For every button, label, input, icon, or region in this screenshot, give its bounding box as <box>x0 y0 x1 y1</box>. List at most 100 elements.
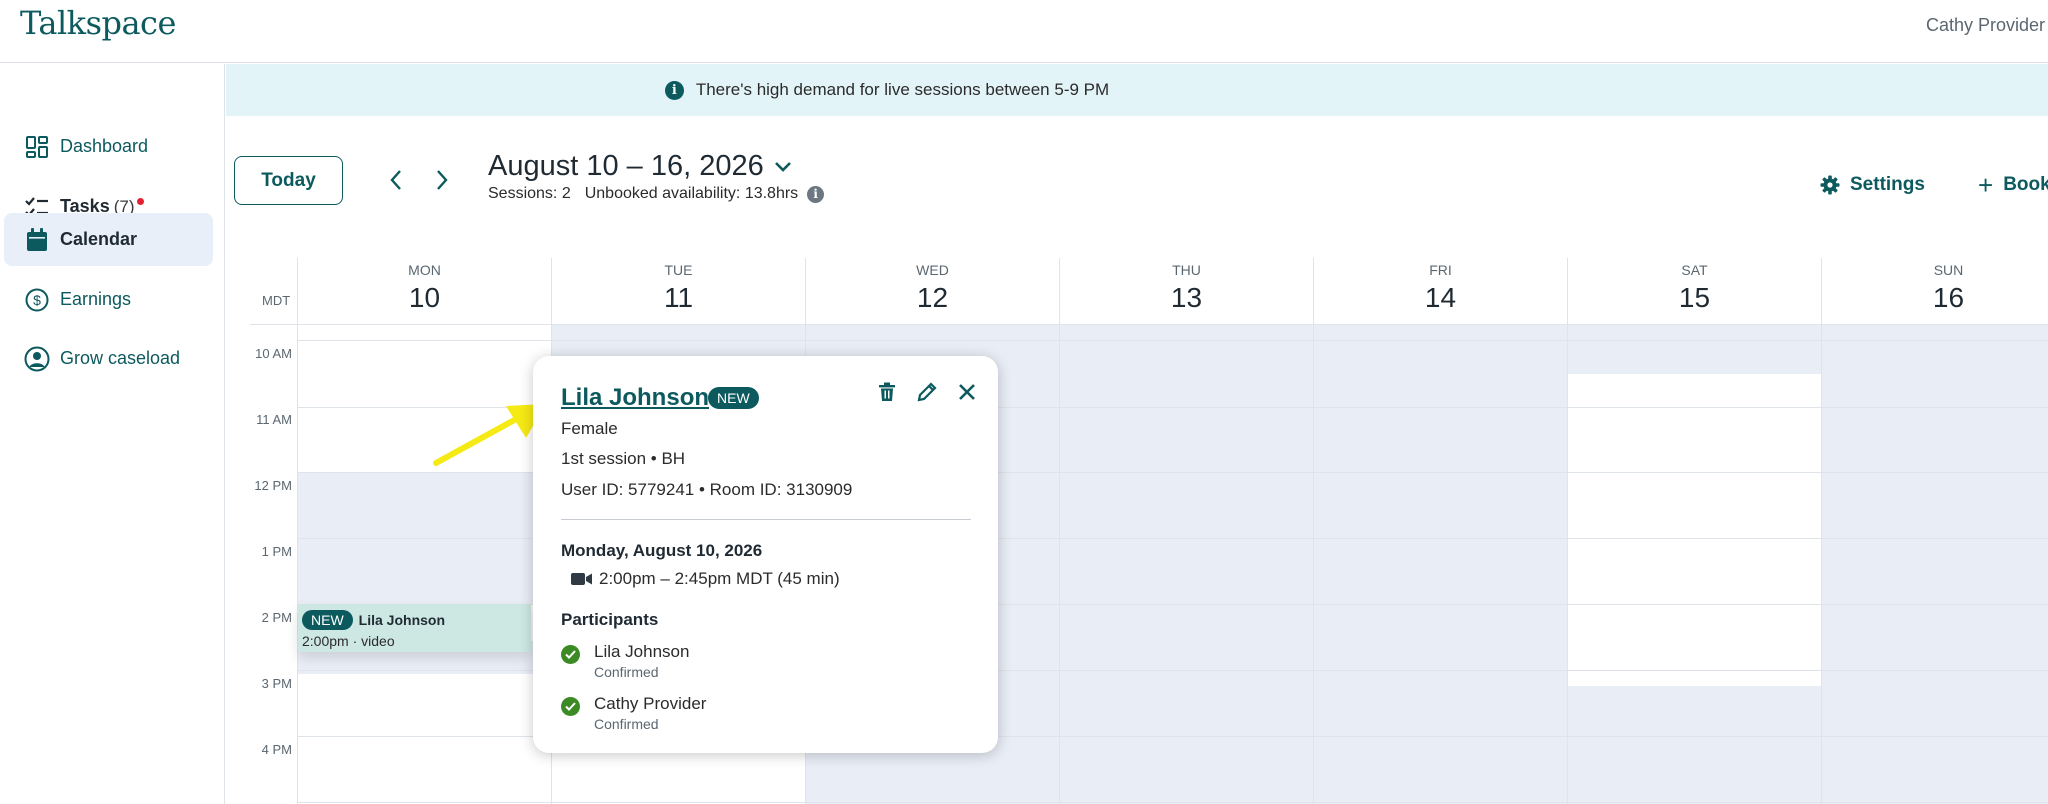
day-number: 13 <box>1170 282 1203 313</box>
time-label: 2 PM <box>261 610 292 625</box>
dollar-circle-icon: $ <box>24 287 50 313</box>
date-range-picker[interactable]: August 10 – 16, 2026 <box>488 150 792 183</box>
sidebar-item-label: Dashboard <box>60 136 149 156</box>
sidebar-item-earnings[interactable]: $ Earnings <box>4 273 213 326</box>
talkspace-logo[interactable]: Talkspace <box>20 4 176 42</box>
annotation-arrow-icon <box>433 404 546 466</box>
prev-week-button[interactable] <box>378 160 414 200</box>
day-of-week: TUE <box>664 262 693 278</box>
plus-icon: + <box>1978 170 1994 200</box>
close-button[interactable] <box>951 376 983 408</box>
high-demand-banner: i There's high demand for live sessions … <box>226 64 2048 116</box>
day-column-thu[interactable] <box>1059 325 1313 804</box>
video-camera-icon <box>571 573 592 585</box>
day-column-mon[interactable] <box>297 325 551 804</box>
user-menu[interactable]: Cathy Provider▾ <box>1926 15 2048 36</box>
timezone-label: MDT <box>262 293 291 308</box>
calendar-icon <box>24 227 50 253</box>
week-summary: Sessions: 2 Unbooked availability: 13.8h… <box>488 185 825 203</box>
hour-line <box>297 340 2048 341</box>
day-of-week: WED <box>916 262 949 278</box>
day-header-sun: SUN 16 <box>1821 258 2048 324</box>
settings-button[interactable]: Settings <box>1820 174 1925 196</box>
participant-row: Cathy Provider Confirmed <box>561 694 706 732</box>
delete-button[interactable] <box>871 376 903 408</box>
today-button[interactable]: Today <box>234 156 343 205</box>
event-time: 2:00pm · video <box>302 633 395 649</box>
time-label: 11 AM <box>256 412 292 427</box>
day-of-week: SAT <box>1681 262 1708 278</box>
client-name-link[interactable]: Lila Johnson <box>561 384 709 412</box>
book-button[interactable]: + Book <box>1978 170 2048 200</box>
day-header-sat: SAT 15 <box>1567 258 1821 324</box>
day-of-week: SUN <box>1933 262 1964 278</box>
participant-status: Confirmed <box>594 716 659 732</box>
sidebar-item-label: Grow caseload <box>60 348 181 368</box>
check-circle-icon <box>561 645 580 664</box>
day-of-week: FRI <box>1429 262 1452 278</box>
gear-icon <box>1820 175 1840 195</box>
day-number: 11 <box>663 282 694 313</box>
info-icon: i <box>664 80 684 100</box>
user-name: Cathy Provider <box>1926 15 2046 35</box>
sidebar-item-grow-caseload[interactable]: Grow caseload <box>4 332 213 385</box>
participants-heading: Participants <box>561 610 659 629</box>
sidebar-item-dashboard[interactable]: Dashboard <box>4 120 213 173</box>
event-client-name: Lila Johnson <box>358 612 446 628</box>
settings-label: Settings <box>1850 174 1925 195</box>
day-header-wed: WED 12 <box>805 258 1059 324</box>
day-number: 12 <box>916 282 949 313</box>
edit-button[interactable] <box>911 376 943 408</box>
session-event[interactable]: NEW Lila Johnson 2:00pm · video <box>298 604 531 652</box>
day-number: 16 <box>1932 282 1965 313</box>
sidebar-item-label: Earnings <box>60 289 132 309</box>
day-column-sat[interactable] <box>1567 325 1821 804</box>
session-details-popover: Lila Johnson NEW Female 1st session • BH… <box>533 356 998 753</box>
available-block <box>1568 374 1821 686</box>
new-badge: NEW <box>708 387 759 409</box>
sessions-count: Sessions: 2 <box>488 185 571 202</box>
day-number: 14 <box>1424 282 1457 313</box>
user-circle-icon <box>24 346 50 372</box>
client-gender: Female <box>561 419 618 438</box>
time-label: 1 PM <box>261 544 292 559</box>
chevron-right-icon <box>437 170 448 190</box>
day-of-week: MON <box>408 262 441 278</box>
trash-icon <box>879 382 895 401</box>
time-label: 12 PM <box>254 478 292 493</box>
day-column-sun[interactable] <box>1821 325 2048 804</box>
notification-dot <box>137 198 145 205</box>
day-number: 15 <box>1678 282 1711 313</box>
sidebar: Dashboard Tasks (7) Calendar $ Earnings … <box>0 64 225 804</box>
hour-line <box>297 802 2048 803</box>
session-time-text: 2:00pm – 2:45pm MDT (45 min) <box>599 569 840 588</box>
check-circle-icon <box>561 697 580 716</box>
participant-name: Lila Johnson <box>594 642 690 661</box>
svg-text:$: $ <box>33 292 41 308</box>
new-badge: NEW <box>302 610 353 630</box>
session-date: Monday, August 10, 2026 <box>561 541 763 560</box>
time-label: 3 PM <box>261 676 292 691</box>
time-label: 4 PM <box>261 742 292 757</box>
day-header-thu: THU 13 <box>1059 258 1313 324</box>
sidebar-item-calendar[interactable]: Calendar <box>4 213 213 266</box>
date-range: August 10 – 16, 2026 <box>488 150 764 182</box>
session-time: 2:00pm – 2:45pm MDT (45 min) <box>571 569 840 589</box>
info-icon[interactable]: i <box>807 185 825 203</box>
day-number: 10 <box>408 282 441 313</box>
participant-row: Lila Johnson Confirmed <box>561 642 689 680</box>
banner-text: There's high demand for live sessions be… <box>695 80 1110 99</box>
unavailable-block <box>298 473 551 605</box>
chevron-left-icon <box>390 170 401 190</box>
pencil-icon <box>917 382 937 402</box>
close-icon <box>959 384 975 400</box>
day-header-fri: FRI 14 <box>1313 258 1567 324</box>
divider <box>561 519 971 520</box>
day-column-fri[interactable] <box>1313 325 1567 804</box>
unbooked-availability: Unbooked availability: 13.8hrs <box>584 185 799 202</box>
chevron-down-icon <box>774 161 791 172</box>
next-week-button[interactable] <box>424 160 460 200</box>
session-type: 1st session • BH <box>561 449 686 468</box>
participant-status: Confirmed <box>594 664 659 680</box>
time-label: 10 AM <box>255 346 292 361</box>
